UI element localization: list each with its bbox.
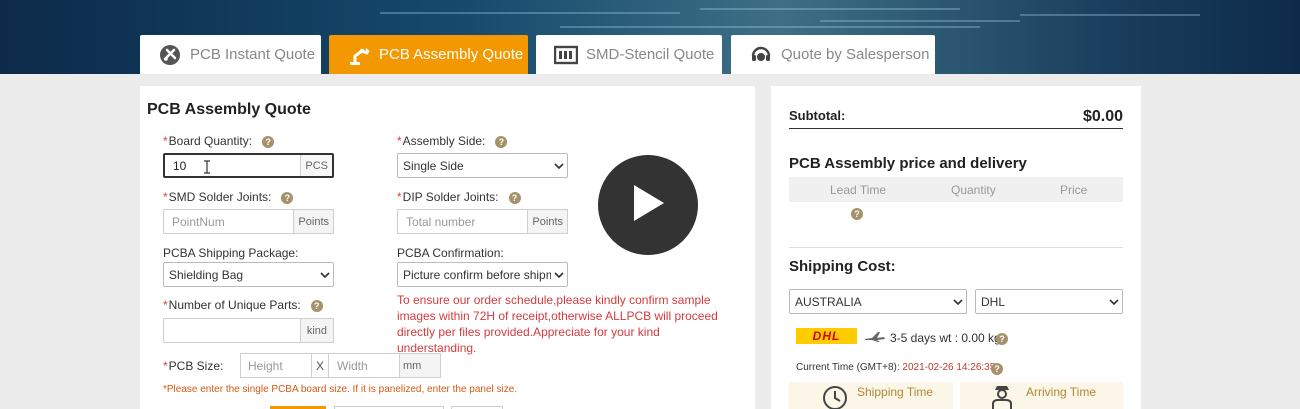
- clock-icon: [821, 382, 849, 409]
- transit-info: 3-5 days wt : 0.00 kg: [890, 331, 1001, 345]
- help-icon[interactable]: ?: [508, 191, 521, 204]
- robot-arm-icon: [347, 43, 371, 67]
- help-icon[interactable]: ?: [851, 208, 863, 220]
- pcb-size-group: Height X Width mm: [240, 353, 441, 378]
- height-input[interactable]: Height: [241, 359, 311, 373]
- assembly-side-label: *Assembly Side:?: [397, 134, 508, 148]
- shipping-time-card: Shipping Time: [789, 382, 953, 409]
- help-icon[interactable]: ?: [996, 333, 1008, 345]
- chevron-down-icon: [950, 298, 966, 305]
- size-note: *Please enter the single PCBA board size…: [163, 384, 518, 395]
- smd-joints-label: *SMD Solder Joints:?: [163, 190, 294, 204]
- tab-pcb-assembly-quote[interactable]: PCB Assembly Quote: [329, 35, 528, 74]
- confirmation-warning: To ensure our order schedule,please kind…: [397, 293, 718, 355]
- unit-label: Points: [293, 210, 333, 233]
- play-icon: [630, 183, 666, 228]
- chevron-down-icon: [317, 271, 333, 278]
- help-icon[interactable]: ?: [991, 363, 1003, 375]
- unique-parts-input[interactable]: kind: [163, 318, 334, 343]
- courier-icon: [988, 382, 1016, 409]
- assembly-side-select[interactable]: Single Side: [397, 153, 568, 178]
- dhl-logo: DHL: [796, 328, 857, 344]
- unit-label: Points: [527, 210, 567, 233]
- col-lead-time: Lead Time: [830, 183, 887, 197]
- subtotal-rule: [789, 128, 1123, 129]
- help-icon[interactable]: ?: [310, 299, 323, 312]
- unit-label: mm: [399, 354, 440, 377]
- confirmation-select[interactable]: Picture confirm before shipment: [397, 262, 568, 287]
- shipping-package-select[interactable]: Shielding Bag: [163, 262, 334, 287]
- tab-label: SMD-Stencil Quote: [586, 46, 715, 63]
- unit-label: kind: [299, 319, 333, 342]
- width-input[interactable]: Width: [329, 359, 399, 373]
- tab-pcb-instant-quote[interactable]: PCB Instant Quote: [140, 35, 321, 74]
- help-icon[interactable]: ?: [281, 191, 294, 204]
- carrier-select[interactable]: DHL: [975, 289, 1123, 314]
- headset-icon: [749, 43, 773, 67]
- section-divider: [789, 247, 1123, 248]
- price-title: PCB Assembly price and delivery: [789, 155, 1027, 172]
- arriving-time-card: Arriving Time: [960, 382, 1123, 409]
- price-table-header: Lead Time Quantity Price: [789, 177, 1123, 202]
- tab-smd-stencil-quote[interactable]: SMD-Stencil Quote: [536, 35, 722, 74]
- tab-label: PCB Assembly Quote: [379, 46, 524, 63]
- current-time: Current Time (GMT+8): 2021-02-26 14:26:3…: [796, 362, 996, 373]
- chevron-down-icon: [551, 271, 567, 278]
- board-quantity-input[interactable]: 10 PCS: [163, 153, 334, 178]
- tab-label: Quote by Salesperson: [781, 46, 930, 63]
- tab-label: PCB Instant Quote: [190, 46, 316, 63]
- size-separator: X: [311, 354, 329, 377]
- stencil-icon: [554, 43, 578, 67]
- unique-parts-label: *Number of Unique Parts:?: [163, 298, 323, 312]
- shipping-package-label: PCBA Shipping Package:: [163, 246, 299, 260]
- unit-label: PCS: [300, 155, 332, 176]
- text-cursor-icon: [203, 160, 211, 177]
- country-select[interactable]: AUSTRALIA: [789, 289, 967, 314]
- pcb-board-icon: [158, 43, 182, 67]
- pcb-size-label: *PCB Size:: [163, 359, 224, 373]
- confirmation-label: PCBA Confirmation:: [397, 246, 504, 260]
- airplane-icon: [864, 330, 886, 348]
- col-quantity: Quantity: [951, 183, 996, 197]
- col-price: Price: [1060, 183, 1088, 197]
- chevron-down-icon: [551, 162, 567, 169]
- tab-quote-by-salesperson[interactable]: Quote by Salesperson: [731, 35, 935, 74]
- dip-joints-label: *DIP Solder Joints:?: [397, 190, 521, 204]
- subtotal-value: $0.00: [1082, 108, 1123, 125]
- help-icon[interactable]: ?: [495, 135, 508, 148]
- chevron-down-icon: [1106, 298, 1122, 305]
- help-icon[interactable]: ?: [262, 135, 275, 148]
- form-title: PCB Assembly Quote: [147, 101, 311, 118]
- dip-joints-input[interactable]: Total number Points: [397, 209, 568, 234]
- video-play-button[interactable]: [598, 155, 698, 255]
- board-quantity-label: *Board Quantity:?: [163, 134, 275, 148]
- subtotal-label: Subtotal:: [789, 108, 846, 123]
- shipping-title: Shipping Cost:: [789, 258, 896, 275]
- smd-joints-input[interactable]: PointNum Points: [163, 209, 334, 234]
